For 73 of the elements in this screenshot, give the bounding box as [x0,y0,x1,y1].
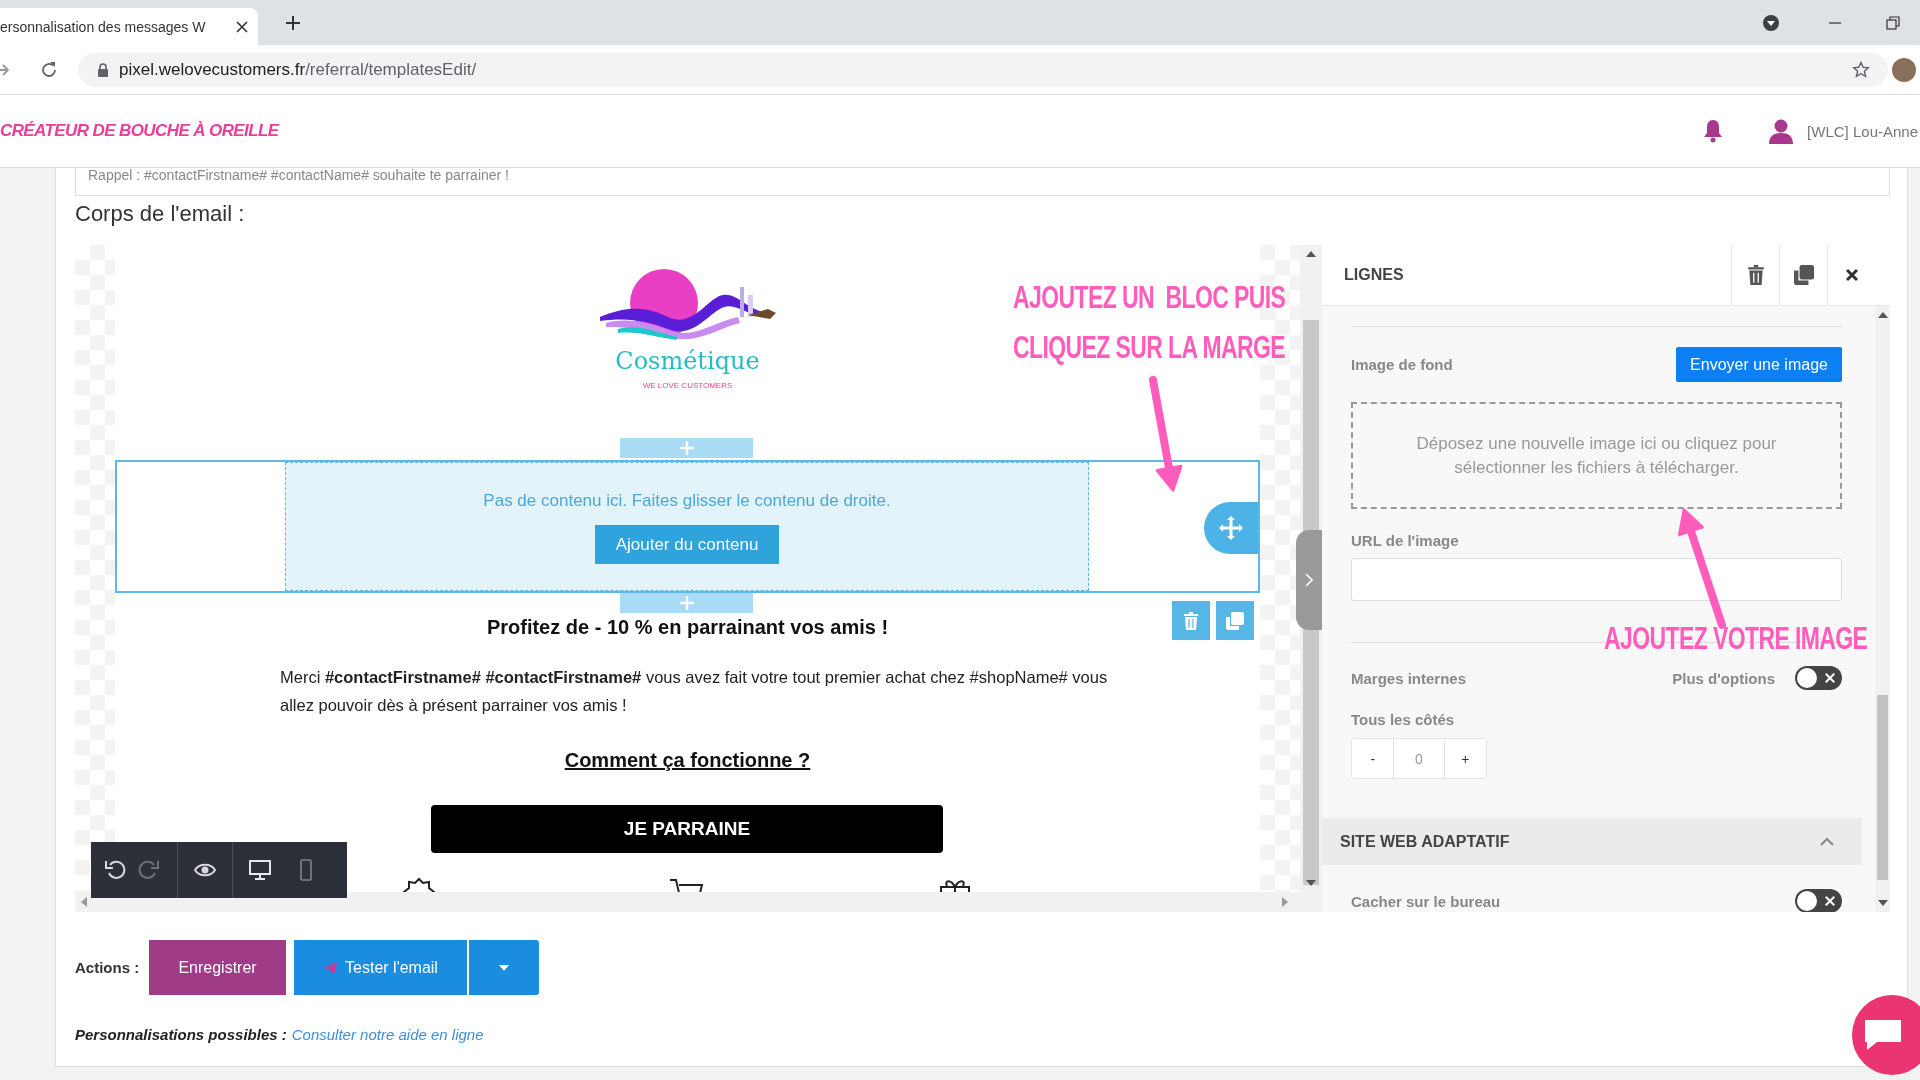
move-handle[interactable] [1204,502,1258,554]
scrollbar[interactable] [1875,306,1890,912]
url-text: pixel.welovecustomers.fr/referral/templatesEdit/ [119,59,477,80]
trash-icon [1746,265,1765,285]
dropdown-icon[interactable] [1762,13,1780,32]
panel-title: LIGNES [1343,266,1404,284]
add-row-handle[interactable] [620,593,753,613]
section-header[interactable]: SITE WEB ADAPTATIF [1322,818,1862,865]
chat-button[interactable] [1852,995,1920,1075]
url-input[interactable] [1351,558,1842,601]
plus-icon [679,441,694,455]
email-row[interactable]: Pas de contenu ici. Faites glisser le contenu de droite. Ajouter du contenu [115,460,1260,593]
field-label: Marges internes [1351,669,1467,687]
copy-icon [1793,265,1814,285]
bell-icon[interactable] [1702,119,1725,143]
caret-icon [499,964,509,971]
actions-label: Actions : [75,959,141,976]
email-paragraph: Merci #contactFirstname# #contactFirstname# vous avez fait votre tout premier achat chez #shopName# vous allez pouvoir dès à présent parrainer vos amis ! [280,667,1109,716]
scrollbar[interactable] [75,892,1322,912]
logo-text: Cosmétique [615,347,760,375]
email-link[interactable]: Comment ça fonctionne ? [564,749,811,771]
field-label: Tous les côtés [1351,710,1456,730]
subject-field[interactable]: Rappel : #contactFirstname# #contactName# souhaite te parrainer ! [75,168,1890,196]
cta-button[interactable]: JE PARRAINE [431,805,943,853]
field-label: URL de l'image [1351,531,1460,551]
user-name[interactable]: [WLC] Lou-Anne [1807,122,1918,140]
avatar-icon[interactable] [1892,57,1916,82]
email-headline: Profitez de - 10 % en parrainant vos amis ! [486,615,889,639]
plus-icon [679,596,694,610]
help-label: Personnalisations possibles : [75,1025,287,1045]
copy-icon [1226,611,1244,630]
toggle-switch[interactable] [1795,889,1842,912]
tab-title: ersonnalisation des messages W [0,18,207,35]
drop-zone[interactable]: Déposez une nouvelle image ici ou cliquez pour sélectionner les fichiers à télécharger. [1351,402,1842,509]
user-icon[interactable] [1768,118,1795,144]
chevron-right-icon [1305,573,1313,587]
chat-icon [1863,1018,1903,1052]
annotation-text: AJOUTEZ VOTRE IMAGE [1604,618,1868,659]
lock-icon [97,62,109,77]
annotation-text: AJOUTEZ UN BLOC PUIS [1013,277,1286,318]
move-icon [1218,515,1244,541]
browser-tab[interactable]: ersonnalisation des messages W [0,8,258,45]
toggle-switch[interactable] [1795,666,1842,690]
reload-icon[interactable] [40,60,58,79]
help-link[interactable]: Consulter notre aide en ligne [291,1025,484,1045]
address-bar[interactable]: pixel.welovecustomers.fr/referral/templatesEdit/ [78,52,1888,87]
close-icon[interactable] [236,20,248,33]
desktop-icon[interactable] [249,859,271,881]
restore-icon[interactable] [1886,15,1900,30]
test-email-button[interactable]: Tester l'email [294,940,467,995]
section-label: Corps de l'email : [75,200,246,228]
stepper-value[interactable]: 0 [1393,739,1445,778]
forward-icon[interactable] [0,61,10,78]
add-content-button[interactable]: Ajouter du contenu [595,525,779,564]
trash-icon [1183,611,1199,630]
add-row-handle[interactable] [620,438,753,458]
star-icon[interactable] [1852,60,1870,79]
save-button[interactable]: Enregistrer [149,940,286,995]
upload-button[interactable]: Envoyer une image [1676,347,1842,382]
app-title: CRÉATEUR DE BOUCHE À OREILLE [0,121,279,141]
toggle-label: Plus d'options [1672,669,1775,687]
close-icon [1844,268,1859,282]
section-title: SITE WEB ADAPTATIF [1340,832,1510,851]
chevron-up-icon [1820,837,1834,846]
placeholder-text: Pas de contenu ici. Faites glisser le contenu de droite. [483,491,891,511]
logo-tagline: WE LOVE CUSTOMERS [642,381,733,390]
undo-icon[interactable] [105,859,127,881]
toggle-label: Cacher sur le bureau [1351,892,1501,910]
send-icon [323,961,338,974]
plus-icon[interactable] [285,14,301,31]
annotation-text: CLIQUEZ SUR LA MARGE [1013,327,1286,368]
panel-toggle-handle[interactable] [1296,530,1322,630]
field-label: Image de fond [1351,356,1453,373]
